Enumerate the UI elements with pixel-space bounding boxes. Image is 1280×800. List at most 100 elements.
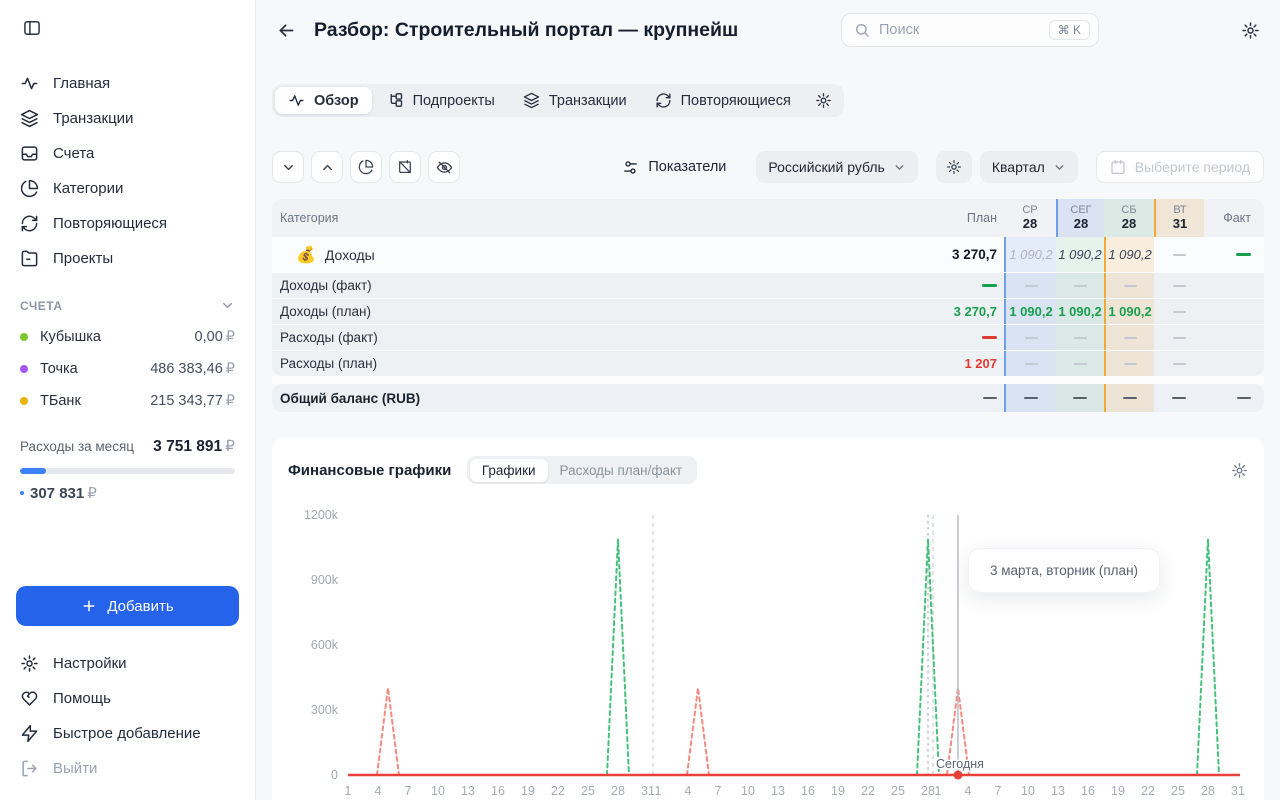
x-axis-day-label: 10 [741, 784, 755, 798]
sidebar-item-categories[interactable]: Категории [0, 171, 255, 206]
add-button[interactable]: Добавить [16, 586, 239, 626]
x-axis-day-label: 7 [405, 784, 412, 798]
summary-table: КатегорияПланСР28СЕГ28СБ28ВТ31Факт💰Доход… [272, 199, 1264, 412]
column-header-category: Категория [272, 199, 928, 237]
table-row[interactable]: 💰Доходы3 270,71 090,21 090,21 090,2 [272, 237, 1264, 272]
planned-bullet [20, 491, 24, 495]
sidebar: Главная Транзакции Счета Категории Повто… [0, 0, 256, 800]
chart-tab-plan-fact[interactable]: Расходы план/факт [548, 459, 695, 482]
x-axis-day-label: 1 [935, 784, 942, 798]
chart-tabs: Графики Расходы план/факт [467, 456, 696, 484]
cell-plan [928, 325, 1004, 350]
dash-value [1074, 363, 1087, 365]
cell-value: 1 090,2 [1108, 247, 1151, 262]
chevron-down-icon[interactable] [220, 298, 235, 313]
cell-fact [1204, 299, 1264, 324]
cell-day-3 [1154, 273, 1204, 298]
cell-value: 1 090,2 [1058, 304, 1101, 319]
inbox-icon [20, 144, 39, 163]
account-name: Точка [40, 361, 150, 377]
x-axis-day-label: 28 [921, 784, 935, 798]
sidebar-item-projects[interactable]: Проекты [0, 241, 255, 276]
table-toolbar: Показатели Российский рубль Квартал Выбе… [272, 151, 1264, 183]
row-category-label: Расходы (факт) [272, 325, 928, 350]
cell-fact [1204, 325, 1264, 350]
dash-value [1173, 254, 1186, 256]
table-row[interactable]: Доходы (план)3 270,71 090,21 090,21 090,… [272, 298, 1264, 324]
sidebar-item-transactions[interactable]: Транзакции [0, 101, 255, 136]
table-row[interactable]: Доходы (факт) [272, 272, 1264, 298]
pie-view-button[interactable] [350, 151, 382, 183]
chart-settings-gear-icon[interactable] [1231, 462, 1248, 479]
search-input[interactable]: Поиск ⌘ K [841, 13, 1099, 47]
settings-gear-icon[interactable] [1241, 21, 1260, 40]
tab-label: Обзор [314, 93, 359, 109]
tabs-gear-icon[interactable] [806, 87, 841, 114]
x-axis-day-label: 10 [1021, 784, 1035, 798]
chart-tab-graphs[interactable]: Графики [470, 459, 548, 482]
search-shortcut-badge: ⌘ K [1049, 20, 1090, 40]
expand-all-button[interactable] [311, 151, 343, 183]
cell-day-3 [1154, 384, 1204, 412]
table-row[interactable]: Расходы (факт) [272, 324, 1264, 350]
table-total-row[interactable]: Общий баланс (RUB) [272, 384, 1264, 412]
row-category-label: Доходы (факт) [272, 273, 928, 298]
table-row[interactable]: Расходы (план)1 207 [272, 350, 1264, 376]
cell-value: 3 270,7 [954, 304, 997, 319]
sidebar-item-help[interactable]: Помощь [0, 681, 255, 716]
tab-subprojects[interactable]: Подпроекты [374, 87, 508, 114]
account-item[interactable]: Точка 486 383,46 ₽ [20, 361, 235, 377]
cell-day-3 [1154, 237, 1204, 272]
month-expenses-value: 3 751 891 [153, 438, 222, 455]
date-range-picker[interactable]: Выберите период [1096, 151, 1264, 183]
dash-value [1025, 363, 1038, 365]
sidebar-item-settings[interactable]: Настройки [0, 646, 255, 681]
accounts-section: СЧЕТА Кубышка 0,00 ₽ Точка 486 383,46 ₽ … [0, 298, 255, 409]
sidebar-item-home[interactable]: Главная [0, 66, 255, 101]
currency-symbol: ₽ [226, 329, 235, 345]
calendar-off-button[interactable] [389, 151, 421, 183]
x-axis-day-label: 1 [655, 784, 662, 798]
tab-recurring[interactable]: Повторяющиеся [642, 87, 804, 114]
tab-overview[interactable]: Обзор [275, 87, 372, 114]
refresh-icon [655, 92, 672, 109]
period-select[interactable]: Квартал [980, 151, 1078, 183]
dash-value [1173, 285, 1186, 287]
sidebar-toggle-icon[interactable] [18, 14, 46, 42]
currency-select[interactable]: Российский рубль [756, 151, 917, 183]
account-item[interactable]: Кубышка 0,00 ₽ [20, 329, 235, 345]
sidebar-item-accounts[interactable]: Счета [0, 136, 255, 171]
eye-off-icon [436, 159, 453, 176]
tab-transactions[interactable]: Транзакции [510, 87, 640, 114]
view-settings-button[interactable] [936, 151, 972, 183]
sidebar-item-label: Помощь [53, 690, 111, 707]
sidebar-item-recurring[interactable]: Повторяющиеся [0, 206, 255, 241]
collapse-all-button[interactable] [272, 151, 304, 183]
tab-label: Подпроекты [413, 93, 495, 109]
search-placeholder: Поиск [879, 22, 1049, 38]
sidebar-item-logout[interactable]: Выйти [0, 751, 255, 786]
hide-values-button[interactable] [428, 151, 460, 183]
sidebar-item-quick-add[interactable]: Быстрое добавление [0, 716, 255, 751]
sidebar-item-label: Выйти [53, 760, 97, 777]
layers-icon [523, 92, 540, 109]
project-tabs: Обзор Подпроекты Транзакции Повторяющиес… [272, 84, 844, 117]
metrics-button[interactable]: Показатели [622, 159, 726, 176]
sliders-icon [622, 159, 639, 176]
dash-value [1173, 363, 1186, 365]
column-header-day: СЕГ28 [1056, 199, 1104, 237]
cell-day-2 [1104, 273, 1154, 298]
account-item[interactable]: ТБанк 215 343,77 ₽ [20, 393, 235, 409]
x-axis-day-label: 19 [521, 784, 535, 798]
cell-value: 1 090,2 [1058, 247, 1101, 262]
dash-value [1074, 337, 1087, 339]
x-axis-day-label: 19 [1111, 784, 1125, 798]
series-spike [607, 539, 629, 775]
dash-value [1236, 253, 1251, 256]
back-icon[interactable] [272, 16, 300, 44]
metrics-label: Показатели [648, 159, 726, 175]
cell-day-2 [1104, 384, 1154, 412]
series-spike [917, 539, 939, 775]
dash-value [1172, 397, 1186, 399]
cell-plan [928, 273, 1004, 298]
